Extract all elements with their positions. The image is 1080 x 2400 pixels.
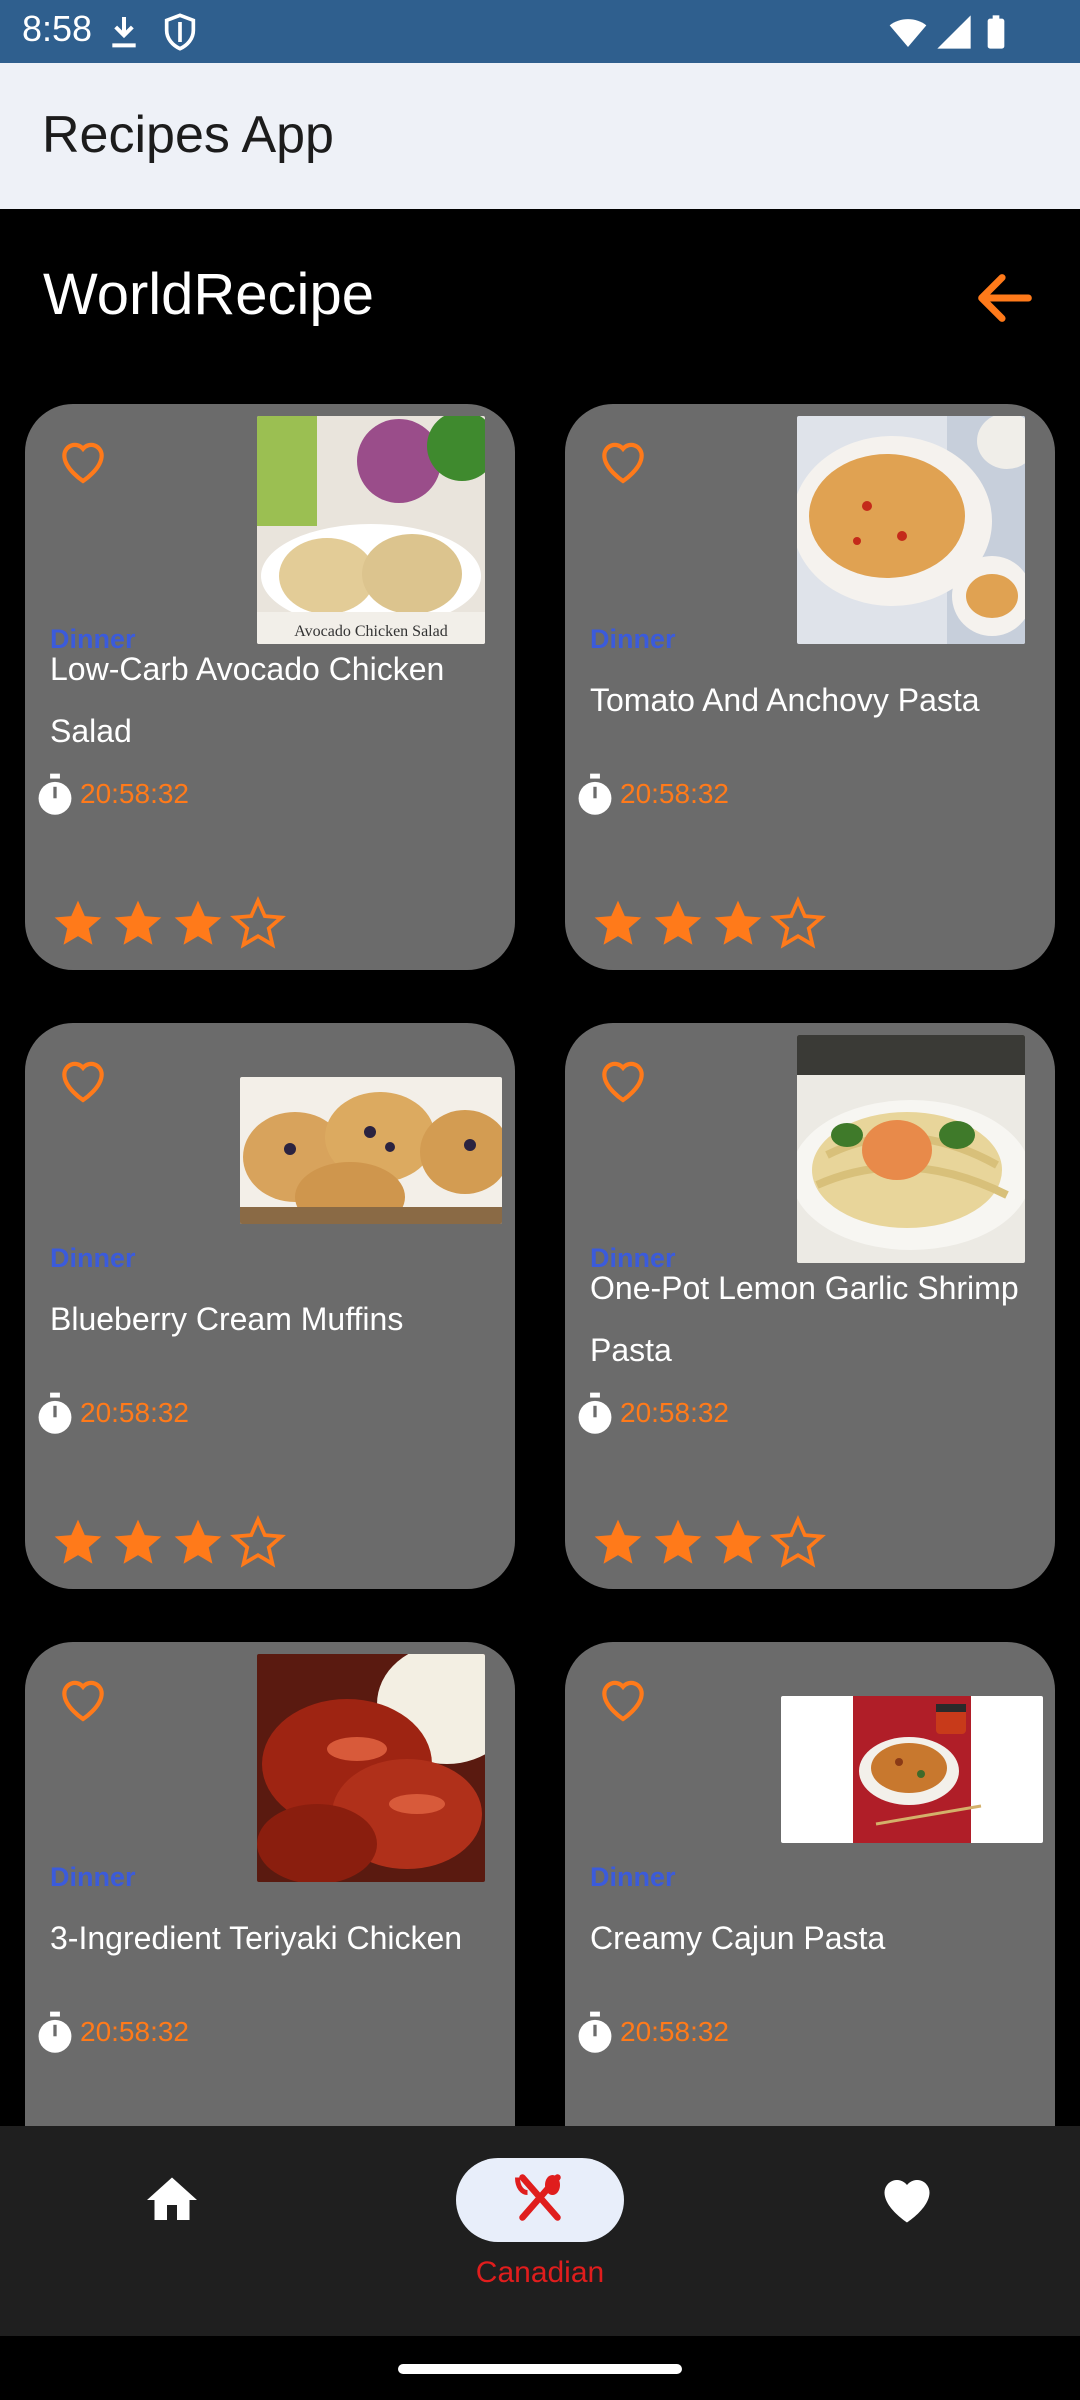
star-outline-icon <box>230 896 286 949</box>
status-bar: 8:58 <box>0 0 1080 63</box>
favorite-heart-icon[interactable] <box>593 1670 653 1726</box>
recipe-image: Avocado Chicken Salad <box>257 416 485 644</box>
recipe-card[interactable]: Avocado Chicken Salad Dinner Low-Carb Av… <box>25 404 515 970</box>
star-filled-icon <box>714 900 762 945</box>
recipe-card[interactable]: Dinner Tomato And Anchovy Pasta 20:58:32 <box>565 404 1055 970</box>
recipe-category: Dinner <box>50 1862 136 1892</box>
star-filled-icon <box>54 1519 102 1564</box>
recipe-image <box>797 416 1025 644</box>
recipe-card[interactable]: Dinner Creamy Cajun Pasta 20:58:32 <box>565 1642 1055 2126</box>
nav-item-favorites[interactable] <box>825 2126 990 2336</box>
download-icon <box>112 17 136 48</box>
stopwatch-icon <box>38 773 72 815</box>
recipe-name: Tomato And Anchovy Pasta <box>590 682 980 718</box>
recipe-time: 20:58:32 <box>620 1397 729 1428</box>
favorite-heart-icon[interactable] <box>53 1670 113 1726</box>
status-time: 8:58 <box>22 8 93 49</box>
recipe-time: 20:58:32 <box>80 778 189 809</box>
recipe-name: One-Pot Lemon Garlic Shrimp Pasta <box>590 1270 1019 1368</box>
recipe-image <box>240 1077 502 1224</box>
stopwatch-icon <box>578 2011 612 2053</box>
recipe-category: Dinner <box>50 1243 136 1273</box>
recipe-card[interactable]: Dinner One-Pot Lemon Garlic Shrimp Pasta… <box>565 1023 1055 1589</box>
heart-icon <box>884 2180 930 2223</box>
section-title: WorldRecipe <box>43 262 374 327</box>
star-filled-icon <box>114 1519 162 1564</box>
cutlery-icon <box>515 2174 561 2221</box>
favorite-heart-icon[interactable] <box>53 432 113 488</box>
favorite-heart-icon[interactable] <box>53 1051 113 1107</box>
rating-stars <box>50 1515 286 1571</box>
recipe-time: 20:58:32 <box>620 2016 729 2047</box>
favorite-heart-icon[interactable] <box>593 432 653 488</box>
wifi-icon <box>889 19 927 47</box>
star-filled-icon <box>714 1519 762 1564</box>
bottom-navigation: Canadian <box>0 2126 1080 2336</box>
recipe-category: Dinner <box>590 624 676 654</box>
star-filled-icon <box>594 1519 642 1564</box>
stopwatch-icon <box>578 1392 612 1434</box>
rating-stars <box>590 1515 826 1571</box>
recipe-time: 20:58:32 <box>80 1397 189 1428</box>
back-arrow-icon[interactable] <box>970 263 1040 333</box>
recipe-image <box>257 1654 485 1882</box>
star-outline-icon <box>770 1515 826 1568</box>
recipe-image <box>797 1035 1025 1263</box>
home-icon <box>147 2177 197 2220</box>
star-filled-icon <box>174 1519 222 1564</box>
stopwatch-icon <box>38 1392 72 1434</box>
signal-icon <box>937 15 971 49</box>
star-filled-icon <box>594 900 642 945</box>
star-outline-icon <box>230 1515 286 1568</box>
star-filled-icon <box>54 900 102 945</box>
favorite-heart-icon[interactable] <box>593 1051 653 1107</box>
star-filled-icon <box>654 900 702 945</box>
recipe-time: 20:58:32 <box>620 778 729 809</box>
nav-item-home[interactable] <box>90 2126 255 2336</box>
rating-stars <box>50 896 286 952</box>
stopwatch-icon <box>38 2011 72 2053</box>
recipe-name: Creamy Cajun Pasta <box>590 1920 886 1956</box>
star-filled-icon <box>114 900 162 945</box>
gesture-handle[interactable] <box>398 2364 682 2374</box>
recipe-name: Blueberry Cream Muffins <box>50 1301 404 1337</box>
battery-icon <box>987 15 1005 49</box>
star-outline-icon <box>770 896 826 949</box>
star-filled-icon <box>654 1519 702 1564</box>
star-filled-icon <box>174 900 222 945</box>
recipe-category: Dinner <box>590 1862 676 1892</box>
recipe-card[interactable]: Dinner Blueberry Cream Muffins 20:58:32 <box>25 1023 515 1589</box>
rating-stars <box>590 896 826 952</box>
recipe-list-screen[interactable]: WorldRecipe Avocado Chicken Salad Dinner… <box>0 209 1080 2126</box>
recipe-time: 20:58:32 <box>80 2016 189 2047</box>
recipe-card[interactable]: Dinner 3-Ingredient Teriyaki Chicken 20:… <box>25 1642 515 2126</box>
nav-item-canadian[interactable] <box>456 2158 624 2242</box>
recipe-image <box>781 1696 1043 1843</box>
recipe-name: Low-Carb Avocado Chicken Salad <box>50 651 445 749</box>
stopwatch-icon <box>578 773 612 815</box>
app-bar: Recipes App <box>0 63 1080 209</box>
shield-icon <box>164 13 196 51</box>
app-title: Recipes App <box>42 106 334 164</box>
recipe-name: 3-Ingredient Teriyaki Chicken <box>50 1920 463 1956</box>
